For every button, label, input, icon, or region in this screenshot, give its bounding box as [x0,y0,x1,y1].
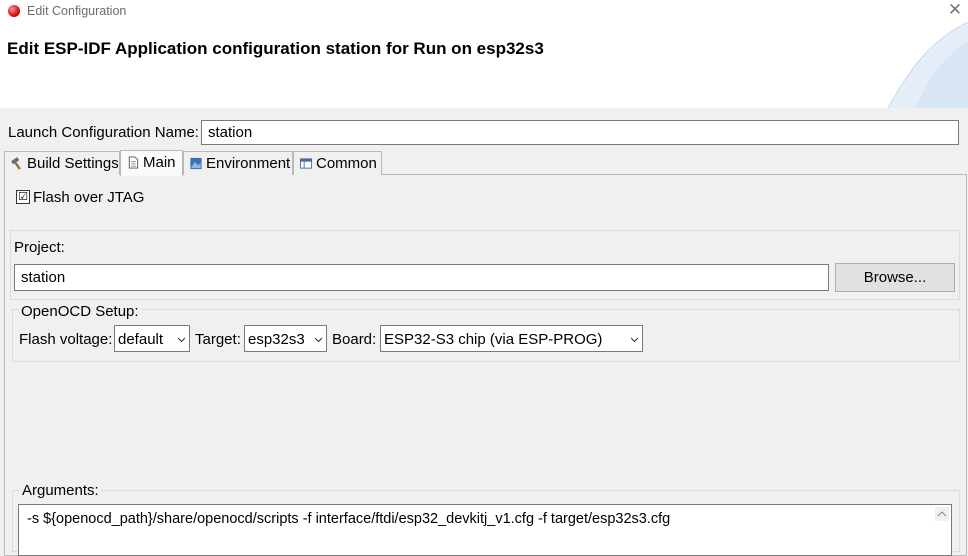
tab-label: Environment [206,155,291,172]
hammer-icon [11,157,21,170]
target-value: esp32s3 [248,331,305,348]
table-icon [299,158,313,169]
tab-environment[interactable]: Environment [183,151,293,175]
page-title: Edit ESP-IDF Application configuration s… [7,39,544,58]
target-select[interactable]: esp32s3 [244,325,327,352]
chevron-down-icon [631,337,638,343]
board-value: ESP32-S3 chip (via ESP-PROG) [384,331,603,348]
environment-icon [190,157,202,170]
flash-over-jtag-label: Flash over JTAG [33,189,145,206]
chevron-down-icon [315,337,322,343]
window-title: Edit Configuration [27,4,127,18]
scroll-up-icon[interactable] [935,507,949,521]
close-icon[interactable]: ✕ [946,1,964,19]
tab-common[interactable]: Common [293,151,382,175]
project-input[interactable]: station [14,264,829,291]
board-select[interactable]: ESP32-S3 chip (via ESP-PROG) [380,325,643,352]
launch-name-input[interactable]: station [201,120,959,145]
tab-label: Build Settings [27,155,119,172]
openocd-setup-label: OpenOCD Setup: [19,303,141,320]
flash-voltage-value: default [118,331,164,348]
arguments-text: -s ${openocd_path}/share/openocd/scripts… [27,511,671,527]
project-label: Project: [14,239,65,256]
tab-label: Main [143,154,176,171]
tab-build-settings[interactable]: Build Settings [4,151,120,175]
chevron-down-icon [178,337,185,343]
board-label: Board: [332,331,377,348]
tab-main[interactable]: Main [120,150,183,176]
flash-voltage-label: Flash voltage: [19,331,113,348]
title-bar: Edit Configuration ✕ [0,0,968,22]
arguments-textarea[interactable]: -s ${openocd_path}/share/openocd/scripts… [18,504,952,556]
flash-over-jtag-checkbox[interactable]: ☑ [16,190,30,204]
tab-label: Common [316,155,377,172]
esp-icon [8,5,20,17]
document-icon [128,156,139,169]
header-decoration [888,22,968,108]
arguments-label: Arguments: [20,482,101,499]
dialog-header: Edit ESP-IDF Application configuration s… [0,22,968,108]
launch-name-label: Launch Configuration Name: [8,124,199,141]
target-label: Target: [195,331,241,348]
flash-voltage-select[interactable]: default [114,325,190,352]
browse-button[interactable]: Browse... [835,263,955,292]
